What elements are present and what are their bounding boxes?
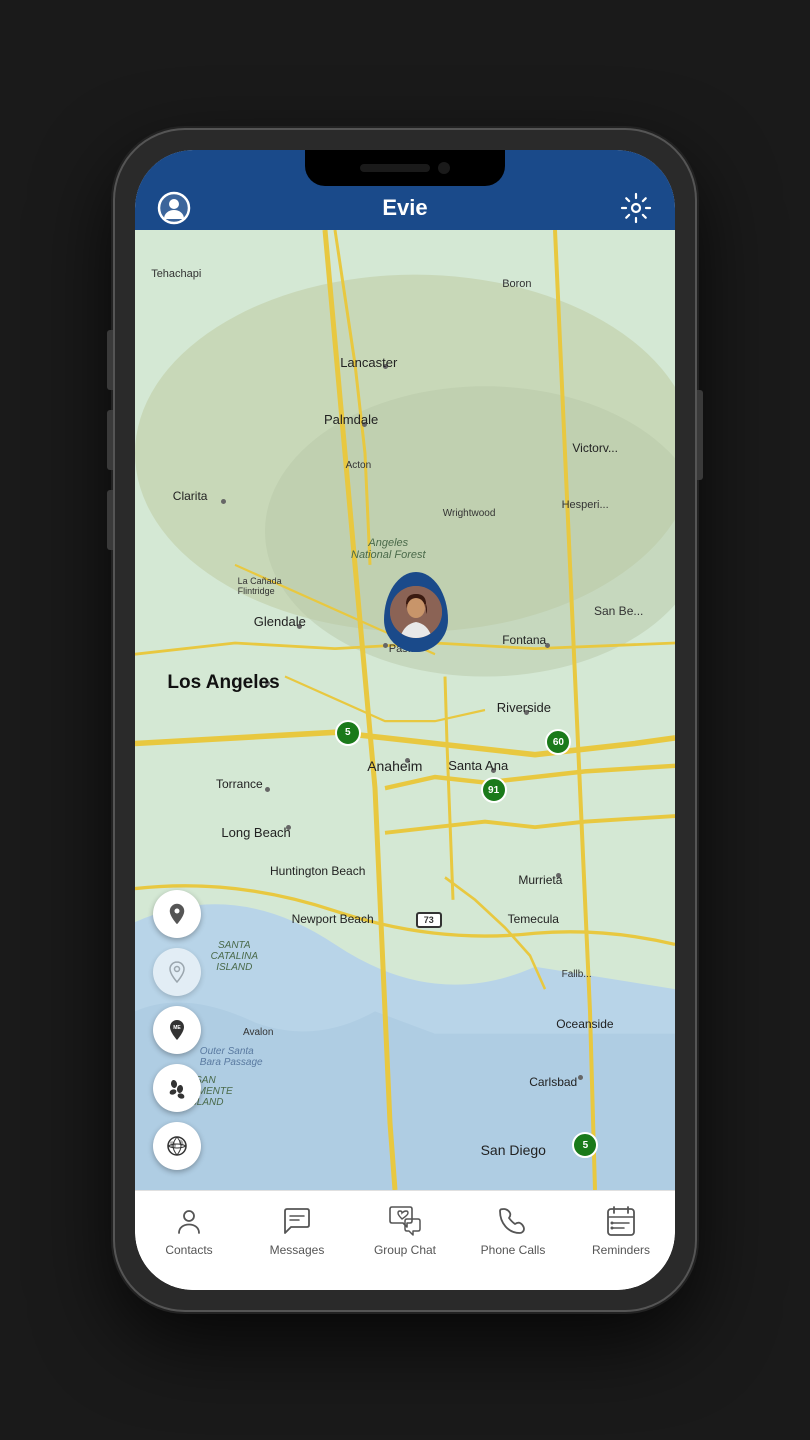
map-label-newportbeach: Newport Beach xyxy=(292,912,374,926)
svg-text:ME: ME xyxy=(173,1025,181,1031)
map-area[interactable]: Tehachapi Boron Lancaster Palmdale Acton… xyxy=(135,230,675,1190)
map-label-carlsbad: Carlsbad xyxy=(529,1075,577,1089)
city-dot-murrieta xyxy=(556,873,561,878)
group-chat-icon xyxy=(387,1203,423,1239)
map-label-temecula: Temecula xyxy=(508,912,559,926)
nav-messages-label: Messages xyxy=(270,1243,325,1257)
map-label-angeles-forest: AngelesNational Forest xyxy=(351,537,426,561)
phone-calls-icon xyxy=(495,1203,531,1239)
map-label-oceanside: Oceanside xyxy=(556,1017,613,1031)
map-label-avalon: Avalon xyxy=(243,1027,273,1038)
city-dot-glendale xyxy=(297,624,302,629)
map-label-lacanada: La CañadaFlintridge xyxy=(238,576,282,596)
nav-group-chat[interactable]: Group Chat xyxy=(365,1203,445,1257)
interstate-5-south: 5 xyxy=(572,1132,598,1158)
city-dot-riverside xyxy=(524,710,529,715)
map-label-boron: Boron xyxy=(502,278,531,290)
contacts-icon xyxy=(171,1203,207,1239)
phone-screen: Evie xyxy=(135,150,675,1290)
nav-phone-calls-label: Phone Calls xyxy=(481,1243,546,1257)
nav-reminders-label: Reminders xyxy=(592,1243,650,1257)
nav-group-chat-label: Group Chat xyxy=(374,1243,436,1257)
map-label-hesperia: Hesperi... xyxy=(562,499,609,511)
map-label-acton: Acton xyxy=(346,460,372,471)
map-label-santaana: Santa Ana xyxy=(448,758,508,773)
city-dot-anaheim xyxy=(405,758,410,763)
map-label-wrightwood: Wrightwood xyxy=(443,508,496,519)
map-label-victorville: Victorv... xyxy=(572,441,618,455)
map-controls: ME xyxy=(153,890,201,1170)
speaker xyxy=(360,164,430,172)
map-label-longbeach: Long Beach xyxy=(221,825,290,840)
settings-button[interactable] xyxy=(617,189,655,227)
nav-phone-calls[interactable]: Phone Calls xyxy=(473,1203,553,1257)
nav-reminders[interactable]: Reminders xyxy=(581,1203,661,1257)
city-dot-torrance xyxy=(265,787,270,792)
city-dot-longbeach xyxy=(286,825,291,830)
nav-contacts[interactable]: Contacts xyxy=(149,1203,229,1257)
map-label-tehachapi: Tehachapi xyxy=(151,268,201,280)
map-label-losangeles: Los Angeles xyxy=(167,672,279,694)
reminders-icon xyxy=(603,1203,639,1239)
city-dot-fontana xyxy=(545,643,550,648)
city-dot-santaana xyxy=(491,768,496,773)
city-dot-carlsbad xyxy=(578,1075,583,1080)
map-label-sandiego: San Diego xyxy=(481,1142,546,1158)
map-label-outer-santa: Outer SantaBara Passage xyxy=(200,1046,263,1068)
map-label-huntington: Huntington Beach xyxy=(270,864,365,878)
map-label-clarita: Clarita xyxy=(173,489,208,503)
messages-icon xyxy=(279,1203,315,1239)
profile-button[interactable] xyxy=(155,189,193,227)
city-dot-lancaster xyxy=(383,364,388,369)
bottom-navigation: Contacts Messages xyxy=(135,1190,675,1290)
me-button[interactable]: ME xyxy=(153,1006,201,1054)
highway-73: 73 xyxy=(416,912,442,928)
phone-frame: Evie xyxy=(115,130,695,1310)
map-label-lancaster: Lancaster xyxy=(340,355,397,370)
pin-body xyxy=(384,572,448,652)
interstate-5: 5 xyxy=(335,720,361,746)
location-outline-button[interactable] xyxy=(153,948,201,996)
nav-contacts-label: Contacts xyxy=(165,1243,212,1257)
camera xyxy=(438,162,450,174)
map-label-sanbe: San Be... xyxy=(594,604,643,618)
app-title: Evie xyxy=(382,195,427,221)
globe-button[interactable] xyxy=(153,1122,201,1170)
city-dot-palmdale xyxy=(362,422,367,427)
map-label-anaheim: Anaheim xyxy=(367,758,422,774)
map-label-fallbrook: Fallb... xyxy=(562,969,592,980)
user-location-pin[interactable] xyxy=(384,572,448,652)
screen-content: Evie xyxy=(135,150,675,1290)
pin-avatar xyxy=(390,586,442,638)
map-label-catalina: SANTACATALINAISLAND xyxy=(211,940,258,973)
notch xyxy=(305,150,505,186)
interstate-91: 91 xyxy=(481,777,507,803)
interstate-60: 60 xyxy=(545,729,571,755)
map-label-palmdale: Palmdale xyxy=(324,412,378,427)
map-label-torrance: Torrance xyxy=(216,777,263,791)
city-dot-clarita xyxy=(221,499,226,504)
map-label-fontana: Fontana xyxy=(502,633,546,647)
nav-messages[interactable]: Messages xyxy=(257,1203,337,1257)
city-dot-los-angeles xyxy=(265,681,270,686)
location-button[interactable] xyxy=(153,890,201,938)
footsteps-button[interactable] xyxy=(153,1064,201,1112)
